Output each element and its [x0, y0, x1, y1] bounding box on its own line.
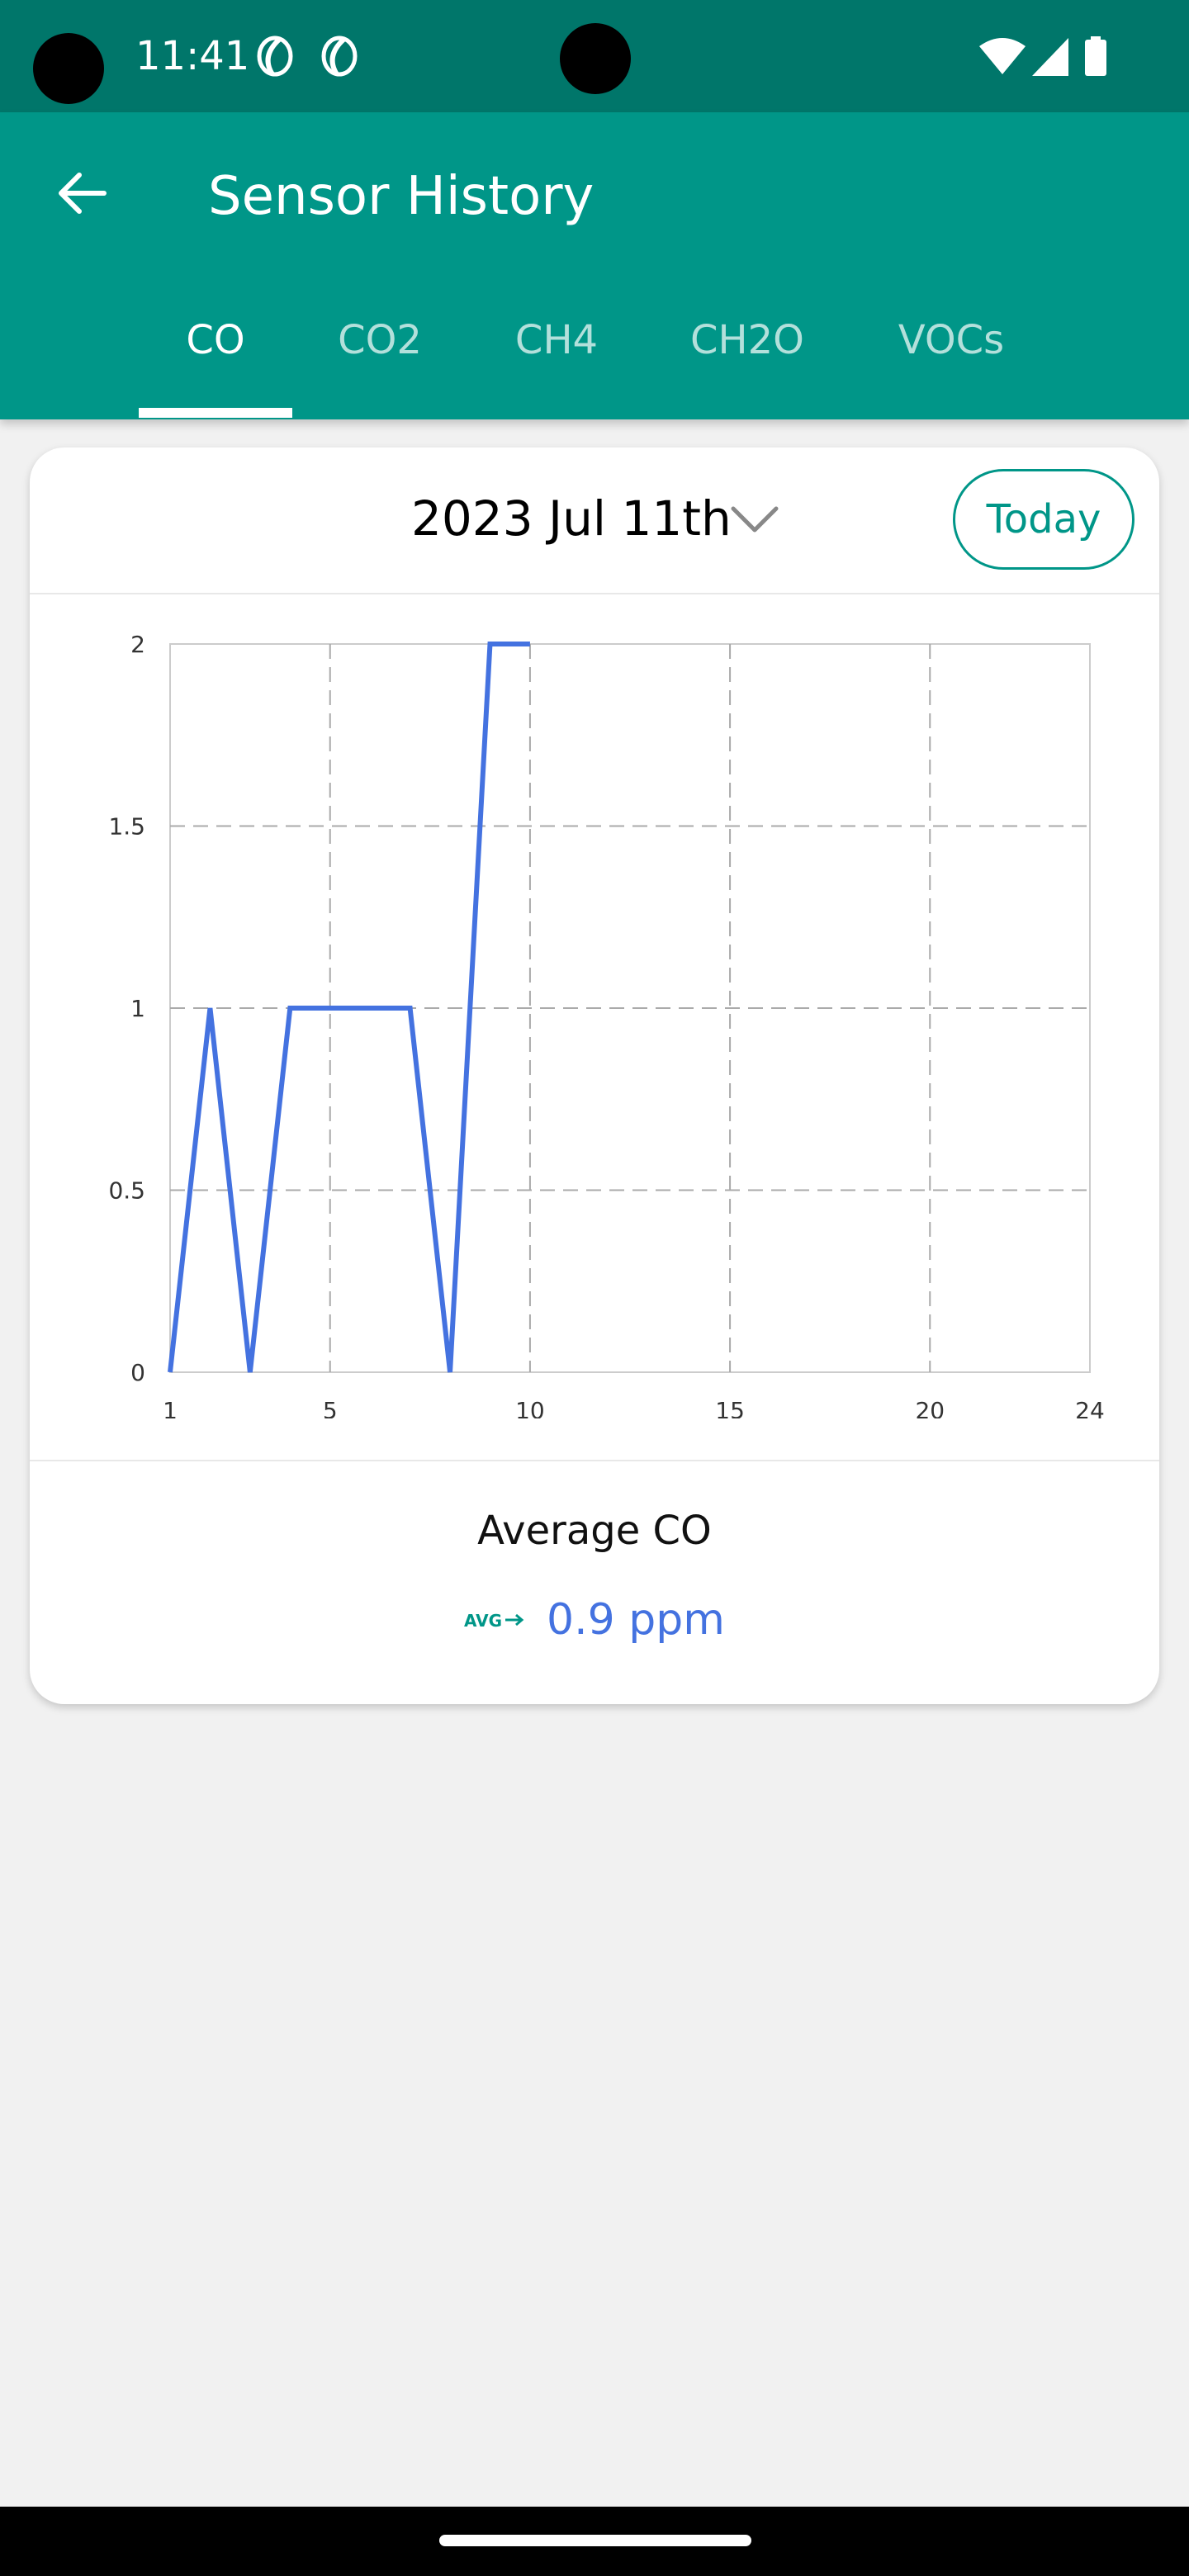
y-tick-label: 1: [130, 995, 145, 1022]
status-time: 11:41: [135, 33, 250, 79]
average-title: Average CO: [477, 1508, 712, 1554]
navigation-bar: [0, 2507, 1189, 2576]
tab-co[interactable]: CO: [139, 305, 292, 419]
tab-label: VOCs: [898, 317, 1005, 363]
wifi-icon: [979, 38, 1026, 74]
x-tick-label: 1: [163, 1397, 178, 1418]
cell-signal-icon: [1032, 38, 1068, 76]
x-tick-label: 10: [515, 1397, 545, 1418]
x-tick-label: 20: [915, 1397, 945, 1418]
camera-cutout-center: [560, 23, 631, 94]
y-tick-label: 0: [130, 1359, 145, 1386]
y-tick-label: 2: [130, 631, 145, 658]
average-row: AVG 0.9 ppm: [30, 1595, 1159, 1645]
arrow-back-icon: [59, 173, 107, 214]
tab-label: CO: [186, 317, 245, 363]
tab-co2[interactable]: CO2: [314, 305, 446, 419]
tab-label: CO2: [338, 317, 422, 363]
app-bar: Sensor History CO CO2 CH4 CH2O VOCs: [0, 112, 1189, 419]
camera-cutout-left: [33, 33, 104, 104]
back-button[interactable]: [43, 154, 122, 233]
tab-vocs[interactable]: VOCs: [875, 305, 1027, 419]
average-value: 0.9 ppm: [547, 1595, 725, 1645]
date-row: 2023 Jul 11th Today: [30, 447, 1159, 593]
battery-icon: [1085, 36, 1106, 76]
today-button[interactable]: Today: [953, 469, 1135, 570]
sensor-history-card: 2023 Jul 11th Today 0 0.5 1 1.5 2 1 5 10 15 20 24 …: [30, 447, 1159, 1704]
y-tick-label: 0.5: [108, 1177, 145, 1205]
leaf-notification-icon: [321, 36, 358, 77]
today-button-label: Today: [986, 496, 1101, 542]
avg-arrow-icon: AVG: [464, 1611, 524, 1631]
page-title: Sensor History: [208, 166, 594, 227]
tab-ch2o[interactable]: CH2O: [669, 305, 826, 419]
x-tick-label: 5: [323, 1397, 338, 1418]
leaf-notification-icon: [257, 36, 293, 77]
chevron-down-icon[interactable]: [728, 495, 781, 542]
x-tick-label: 15: [715, 1397, 745, 1418]
date-selector[interactable]: 2023 Jul 11th: [411, 487, 732, 550]
tab-indicator: [139, 408, 292, 418]
tab-ch4[interactable]: CH4: [492, 305, 621, 419]
status-bar: 11:41: [0, 0, 1189, 112]
home-handle[interactable]: [439, 2535, 751, 2546]
co-line-chart: 00.511.521 5 10 15 20 24: [108, 631, 1105, 1418]
tab-label: CH2O: [690, 317, 804, 363]
x-tick-label: 24: [1075, 1397, 1105, 1418]
divider: [30, 1460, 1159, 1461]
tab-label: CH4: [514, 317, 599, 363]
avg-icon-text: AVG: [464, 1611, 502, 1631]
y-tick-label: 1.5: [108, 813, 145, 841]
